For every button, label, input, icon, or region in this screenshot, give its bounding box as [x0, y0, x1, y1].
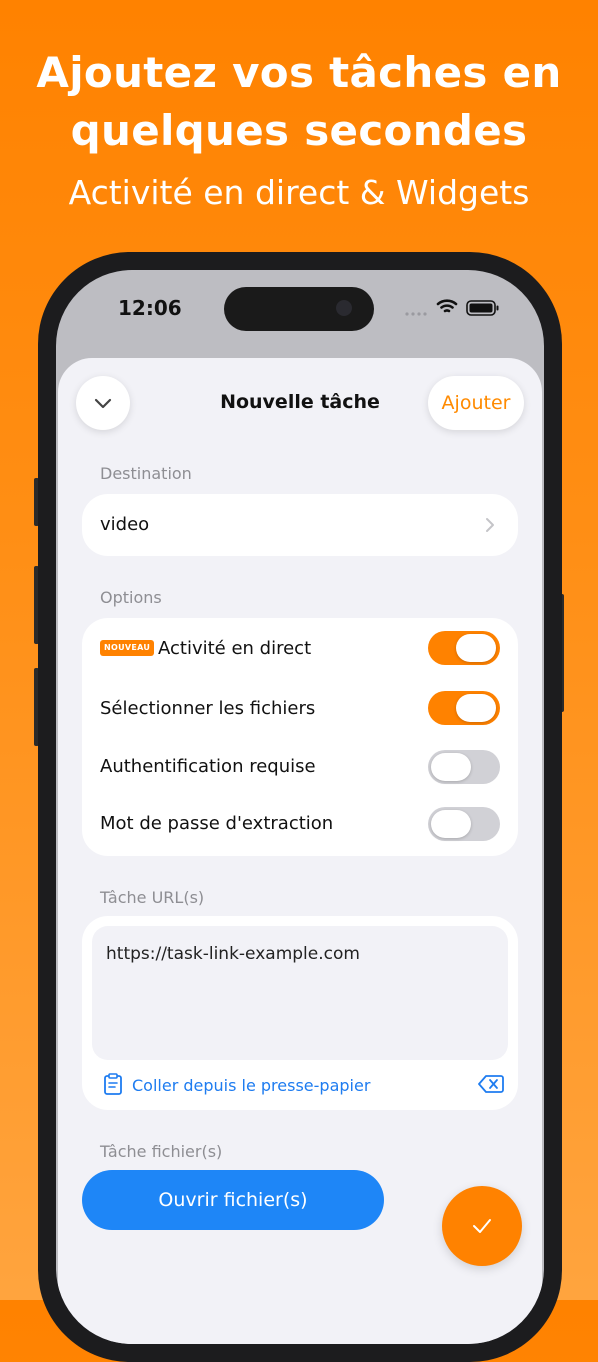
files-label: Tâche fichier(s) [100, 1142, 223, 1161]
live-activity-toggle[interactable] [428, 631, 500, 665]
promo-headline: Ajoutez vos tâches en quelques secondes [0, 44, 598, 160]
signal-icon [405, 312, 427, 316]
new-task-sheet: Nouvelle tâche Ajouter Destination video… [58, 358, 542, 1344]
destination-value: video [100, 514, 150, 535]
urls-label: Tâche URL(s) [100, 888, 205, 907]
status-time: 12:06 [118, 296, 182, 320]
open-files-button[interactable]: Ouvrir fichier(s) [82, 1170, 384, 1230]
option-label: Authentification requise [100, 756, 316, 777]
add-button[interactable]: Ajouter [428, 376, 524, 430]
paste-from-clipboard-button[interactable]: Coller depuis le presse-papier [132, 1076, 370, 1095]
phone-frame: 12:06 Nouvelle tâche Ajouter Destination… [38, 252, 562, 1362]
chevron-right-icon [486, 518, 494, 532]
headline-line-1: Ajoutez vos tâches en [36, 48, 562, 97]
wifi-icon [436, 299, 458, 313]
camera-icon [336, 300, 352, 316]
promo-subtitle: Activité en direct & Widgets [68, 173, 530, 212]
extract-password-toggle[interactable] [428, 807, 500, 841]
headline-line-2: quelques secondes [70, 106, 528, 155]
options-label: Options [100, 588, 162, 607]
clear-icon[interactable] [478, 1074, 504, 1094]
option-label: Sélectionner les fichiers [100, 698, 316, 719]
dynamic-island [224, 287, 374, 331]
options-card: NOUVEAU Activité en direct Sélectionner … [82, 618, 518, 856]
new-badge: NOUVEAU [100, 640, 155, 656]
url-textarea[interactable]: https://task-link-example.com [92, 926, 508, 1060]
phone-screen: 12:06 Nouvelle tâche Ajouter Destination… [56, 270, 544, 1344]
option-label: Activité en direct [158, 638, 312, 659]
destination-label: Destination [100, 464, 192, 483]
select-files-toggle[interactable] [428, 691, 500, 725]
clipboard-icon [104, 1073, 122, 1095]
urls-card: https://task-link-example.com Coller dep… [82, 916, 518, 1110]
destination-row[interactable]: video [82, 494, 518, 556]
confirm-button[interactable] [442, 1186, 522, 1266]
checkmark-icon [473, 1219, 491, 1233]
option-label: Mot de passe d'extraction [100, 813, 334, 834]
url-text: https://task-link-example.com [106, 944, 360, 964]
auth-required-toggle[interactable] [428, 750, 500, 784]
battery-icon [466, 300, 499, 316]
